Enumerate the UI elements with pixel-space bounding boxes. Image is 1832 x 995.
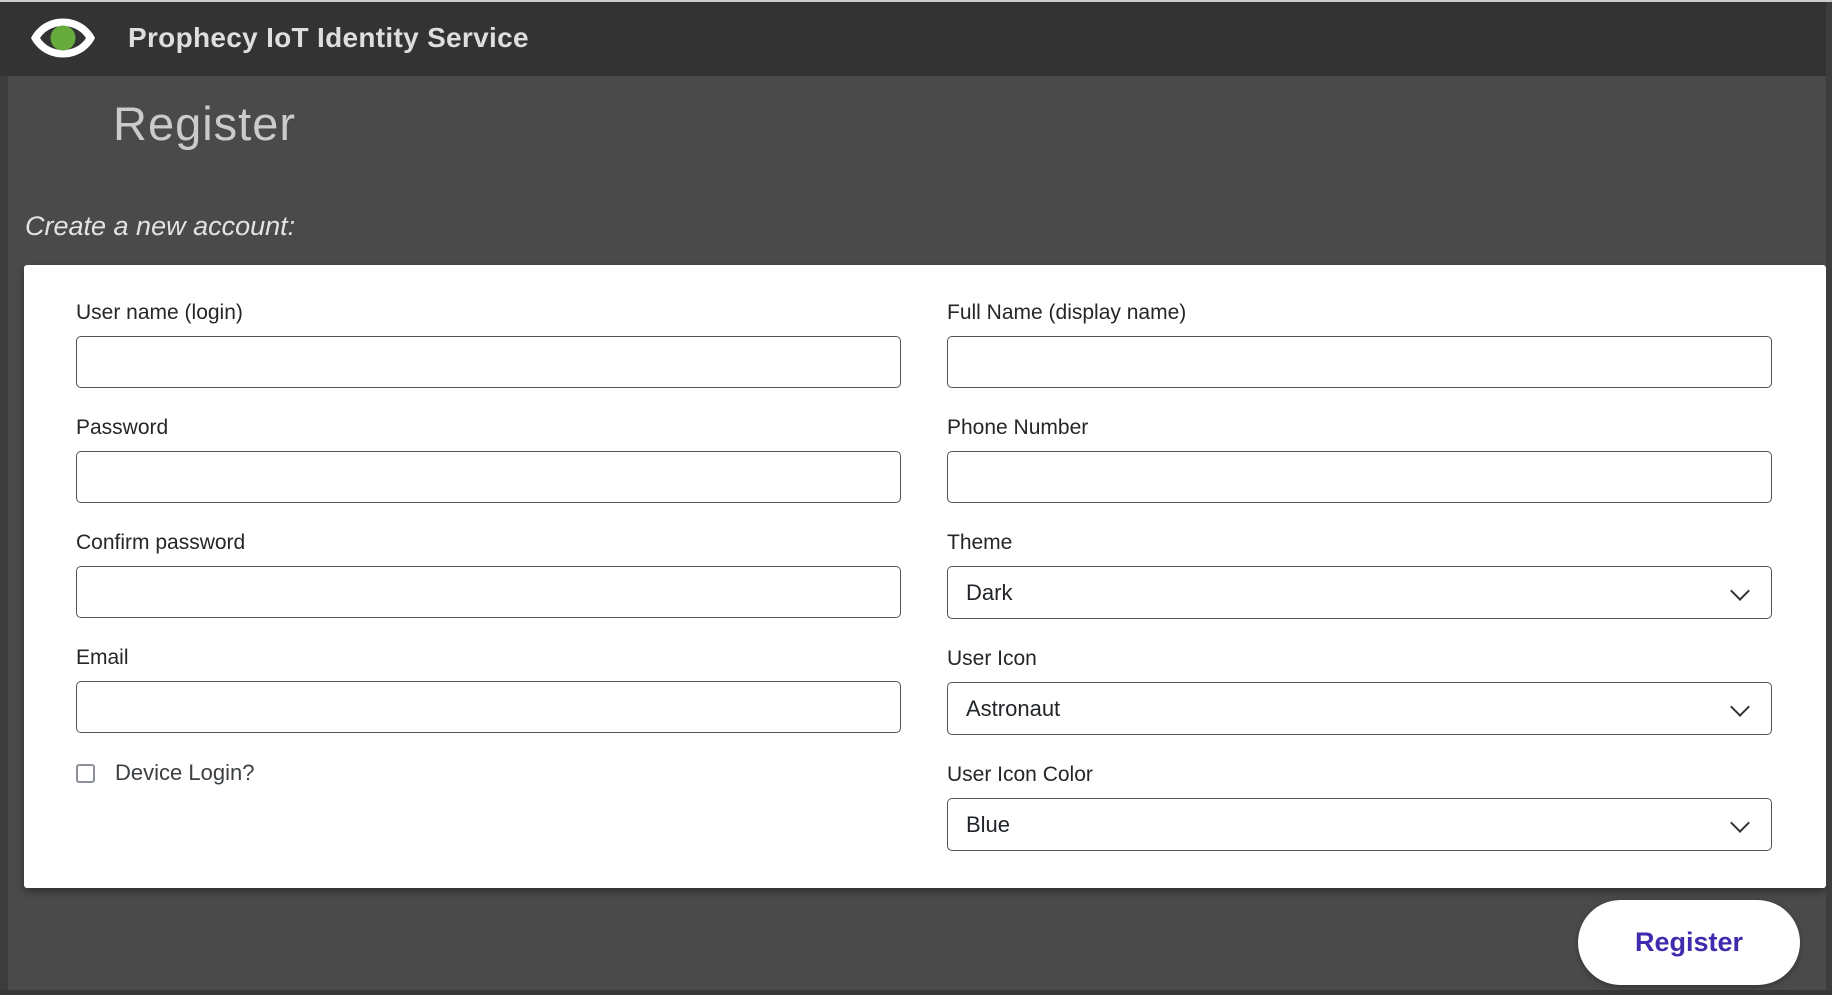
app-header: Prophecy IoT Identity Service — [0, 0, 1832, 76]
page-subtitle: Create a new account: — [25, 211, 295, 242]
chevron-down-icon — [1730, 697, 1750, 717]
register-button[interactable]: Register — [1578, 900, 1800, 985]
theme-label: Theme — [947, 530, 1772, 555]
eye-logo-icon — [31, 16, 95, 60]
full-name-label: Full Name (display name) — [947, 300, 1772, 325]
window-edge-left — [0, 76, 8, 995]
email-label: Email — [76, 645, 901, 670]
full-name-input[interactable] — [947, 336, 1772, 388]
user-icon-color-select[interactable]: Blue — [947, 798, 1772, 851]
user-icon-color-field-group: User Icon Color Blue — [947, 762, 1772, 851]
form-column-left: User name (login) Password Confirm passw… — [76, 300, 901, 888]
phone-label: Phone Number — [947, 415, 1772, 440]
email-input[interactable] — [76, 681, 901, 733]
full-name-field-group: Full Name (display name) — [947, 300, 1772, 388]
register-form-card: User name (login) Password Confirm passw… — [24, 265, 1826, 888]
confirm-password-input[interactable] — [76, 566, 901, 618]
form-column-right: Full Name (display name) Phone Number Th… — [947, 300, 1772, 888]
user-icon-color-selected-value: Blue — [966, 812, 1010, 838]
password-label: Password — [76, 415, 901, 440]
email-field-group: Email — [76, 645, 901, 733]
theme-select[interactable]: Dark — [947, 566, 1772, 619]
theme-selected-value: Dark — [966, 580, 1012, 606]
phone-input[interactable] — [947, 451, 1772, 503]
chevron-down-icon — [1730, 813, 1750, 833]
confirm-password-label: Confirm password — [76, 530, 901, 555]
user-icon-field-group: User Icon Astronaut — [947, 646, 1772, 735]
user-icon-select[interactable]: Astronaut — [947, 682, 1772, 735]
phone-field-group: Phone Number — [947, 415, 1772, 503]
password-field-group: Password — [76, 415, 901, 503]
username-field-group: User name (login) — [76, 300, 901, 388]
user-icon-label: User Icon — [947, 646, 1772, 671]
username-label: User name (login) — [76, 300, 901, 325]
password-input[interactable] — [76, 451, 901, 503]
register-page: Prophecy IoT Identity Service Register C… — [0, 0, 1832, 995]
user-icon-selected-value: Astronaut — [966, 696, 1060, 722]
window-edge-right — [1826, 2, 1832, 995]
page-title: Register — [113, 96, 296, 151]
device-login-checkbox[interactable] — [76, 764, 95, 783]
device-login-row: Device Login? — [76, 760, 901, 786]
device-login-label: Device Login? — [115, 760, 254, 786]
theme-field-group: Theme Dark — [947, 530, 1772, 619]
window-edge-top — [0, 0, 1832, 2]
user-icon-color-label: User Icon Color — [947, 762, 1772, 787]
confirm-password-field-group: Confirm password — [76, 530, 901, 618]
window-edge-bottom — [0, 990, 1832, 995]
chevron-down-icon — [1730, 581, 1750, 601]
app-title: Prophecy IoT Identity Service — [128, 22, 529, 54]
username-input[interactable] — [76, 336, 901, 388]
